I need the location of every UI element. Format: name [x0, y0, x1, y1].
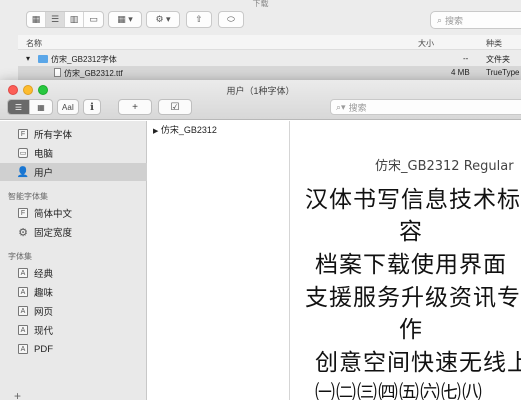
tag-icon: ⬭: [227, 14, 235, 24]
collections-sidebar: F 所有字体 ▭ 电脑 👤 用户 智能字体集 F 简体中文 ⚙ 固定宽度 字体集…: [0, 121, 147, 400]
font-family-name: 仿宋_GB2312: [160, 125, 217, 135]
font-collection-icon: F: [18, 129, 28, 139]
info-icon: ℹ: [90, 101, 94, 113]
file-size: 4 MB: [451, 68, 470, 77]
add-font-button[interactable]: +: [118, 99, 152, 115]
add-collection-button[interactable]: +: [14, 389, 21, 400]
checkbox-icon: ☑: [170, 101, 180, 113]
fontbook-title: 用户（1种字体）: [226, 86, 295, 96]
share-icon: ⇧: [195, 14, 203, 24]
gear-icon: ⚙ ▾: [155, 14, 171, 24]
sidebar-item-modern[interactable]: A 现代: [0, 321, 147, 339]
sidebar-item-label: 固定宽度: [34, 228, 73, 239]
list-view-icon[interactable]: ☰: [8, 100, 30, 114]
sidebar-item-label: 电脑: [34, 149, 54, 160]
font-set-icon: A: [18, 344, 28, 354]
fontbook-titlebar: 用户（1种字体） ☰ ▦ AaI ℹ + ☑ ⌕▾ 搜索: [0, 80, 521, 120]
preview-line: 创意空间快速无线上: [315, 350, 521, 376]
sidebar-item-label: 经典: [34, 269, 54, 280]
finder-search-input[interactable]: ⌕ 搜索: [430, 11, 521, 29]
disclosure-triangle-icon[interactable]: ▶: [153, 128, 158, 135]
share-button[interactable]: ⇧: [186, 11, 212, 28]
sidebar-item-label: 趣味: [34, 288, 54, 299]
preview-line: 汉体书写信息技术标: [305, 187, 521, 213]
tag-button[interactable]: ⬭: [218, 11, 244, 28]
column-view-icon[interactable]: ▥: [65, 12, 84, 27]
fontbook-search-placeholder: 搜索: [348, 102, 367, 113]
folder-kind: 文件夹: [486, 55, 510, 64]
fontbook-search-input[interactable]: ⌕▾ 搜索: [330, 99, 521, 115]
group-icon: ▦ ▾: [117, 14, 133, 24]
sidebar-item-simplified-chinese[interactable]: F 简体中文: [0, 204, 147, 222]
sidebar-item-label: 网页: [34, 307, 54, 318]
sidebar-item-label: 简体中文: [34, 209, 73, 220]
folder-name: 仿宋_GB2312字体: [51, 55, 117, 64]
preview-line: ㈠㈡㈢㈣㈤㈥㈦㈧: [315, 380, 483, 400]
font-family-row[interactable]: ▶ 仿宋_GB2312: [153, 123, 217, 136]
plus-icon: +: [132, 101, 138, 113]
preview-style-button[interactable]: AaI: [57, 99, 79, 115]
folder-icon: [38, 55, 48, 63]
sidebar-item-pdf[interactable]: A PDF: [0, 340, 147, 358]
smart-collections-heading: 智能字体集: [8, 192, 48, 201]
computer-icon: ▭: [18, 148, 28, 158]
font-set-icon: A: [18, 325, 28, 335]
finder-search-placeholder: 搜索: [445, 15, 464, 26]
finder-row-file[interactable]: 仿宋_GB2312.ttf 4 MB TrueType: [18, 66, 521, 80]
file-icon: [54, 68, 61, 77]
view-mode-control: ☰ ▦: [7, 99, 53, 115]
column-name[interactable]: 名称: [26, 38, 42, 49]
preview-line: 容: [399, 219, 423, 245]
view-mode-control: ▦ ☰ ▥ ▭: [26, 11, 104, 28]
finder-row-folder[interactable]: ▾ 仿宋_GB2312字体 -- 文件夹: [18, 52, 521, 66]
font-list: ▶ 仿宋_GB2312: [148, 121, 290, 400]
preview-line: 作: [399, 317, 423, 343]
icon-view-icon[interactable]: ▦: [27, 12, 46, 27]
sidebar-item-label: PDF: [34, 343, 53, 355]
sidebar-item-web[interactable]: A 网页: [0, 302, 147, 320]
column-size[interactable]: 大小: [418, 38, 434, 49]
sidebar-item-fixed-width[interactable]: ⚙ 固定宽度: [0, 223, 147, 241]
validate-button[interactable]: ☑: [158, 99, 192, 115]
column-kind[interactable]: 种类: [486, 38, 502, 49]
file-name: 仿宋_GB2312.ttf: [64, 69, 123, 78]
grid-view-icon[interactable]: ▦: [30, 100, 52, 114]
font-sets-heading: 字体集: [8, 252, 32, 261]
disclosure-triangle-icon[interactable]: ▾: [26, 54, 30, 63]
file-kind: TrueType: [486, 68, 520, 77]
gallery-view-icon[interactable]: ▭: [84, 12, 103, 27]
font-set-icon: A: [18, 306, 28, 316]
folder-item: 仿宋_GB2312字体: [38, 54, 117, 65]
font-preview: 仿宋_GB2312 Regular 汉体书写信息技术标 容 档案下载使用界面 支…: [291, 121, 521, 400]
finder-column-header: 名称 大小 种类: [18, 35, 521, 50]
list-view-icon[interactable]: ☰: [46, 12, 65, 27]
sidebar-item-label: 现代: [34, 326, 54, 337]
file-item: 仿宋_GB2312.ttf: [54, 68, 123, 79]
sidebar-item-user[interactable]: 👤 用户: [0, 163, 147, 181]
aa-icon: AaI: [61, 102, 74, 112]
font-set-icon: A: [18, 268, 28, 278]
preview-line: 档案下载使用界面: [315, 252, 507, 278]
sidebar-item-computer[interactable]: ▭ 电脑: [0, 144, 147, 162]
sidebar-item-label: 所有字体: [34, 130, 73, 141]
fontbook-window: 用户（1种字体） ☰ ▦ AaI ℹ + ☑ ⌕▾ 搜索 F 所有字体 ▭ 电脑: [0, 80, 521, 400]
search-icon: ⌕▾: [336, 101, 346, 112]
folder-size: --: [463, 54, 469, 63]
action-button[interactable]: ⚙ ▾: [146, 11, 180, 28]
sidebar-item-all-fonts[interactable]: F 所有字体: [0, 125, 147, 143]
gear-icon: ⚙: [18, 226, 28, 239]
group-by-button[interactable]: ▦ ▾: [108, 11, 142, 28]
preview-font-name: 仿宋_GB2312 Regular: [375, 159, 514, 174]
user-icon: 👤: [16, 166, 30, 178]
preview-line: 支援服务升级资讯专: [305, 285, 521, 311]
font-set-icon: A: [18, 287, 28, 297]
sidebar-item-fun[interactable]: A 趣味: [0, 283, 147, 301]
search-icon: ⌕: [437, 14, 443, 25]
sidebar-item-label: 用户: [34, 168, 54, 179]
smart-collection-icon: F: [18, 208, 28, 218]
sidebar-item-classic[interactable]: A 经典: [0, 264, 147, 282]
info-button[interactable]: ℹ: [83, 99, 101, 115]
